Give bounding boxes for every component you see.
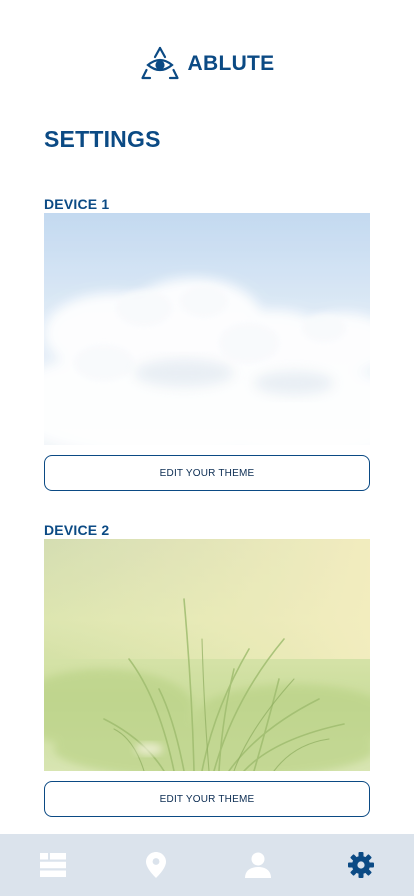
- brand-logo: ABLUTE: [0, 44, 414, 82]
- user-icon: [245, 852, 272, 878]
- tab-settings[interactable]: [310, 834, 413, 896]
- grass-meadow-image[interactable]: [44, 539, 370, 771]
- location-pin-icon: [145, 852, 166, 878]
- settings-screen: ABLUTE SETTINGS DEVICE 1 EDIT YOUR THEME…: [0, 0, 414, 896]
- eye-triangle-logo-icon: [140, 46, 179, 80]
- edit-theme-button-device-2[interactable]: EDIT YOUR THEME: [44, 781, 370, 817]
- device-1-label: DEVICE 1: [44, 196, 110, 212]
- edit-theme-button-device-1[interactable]: EDIT YOUR THEME: [44, 455, 370, 491]
- clouds-sky-image[interactable]: [44, 213, 370, 445]
- brand-name: ABLUTE: [187, 51, 275, 75]
- list-icon: [40, 853, 67, 877]
- tab-location[interactable]: [105, 834, 208, 896]
- bottom-tab-bar: [0, 834, 414, 896]
- gear-icon: [347, 852, 374, 878]
- page-title: SETTINGS: [44, 126, 161, 152]
- tab-profile[interactable]: [207, 834, 310, 896]
- tab-list[interactable]: [2, 834, 105, 896]
- device-2-label: DEVICE 2: [44, 522, 110, 538]
